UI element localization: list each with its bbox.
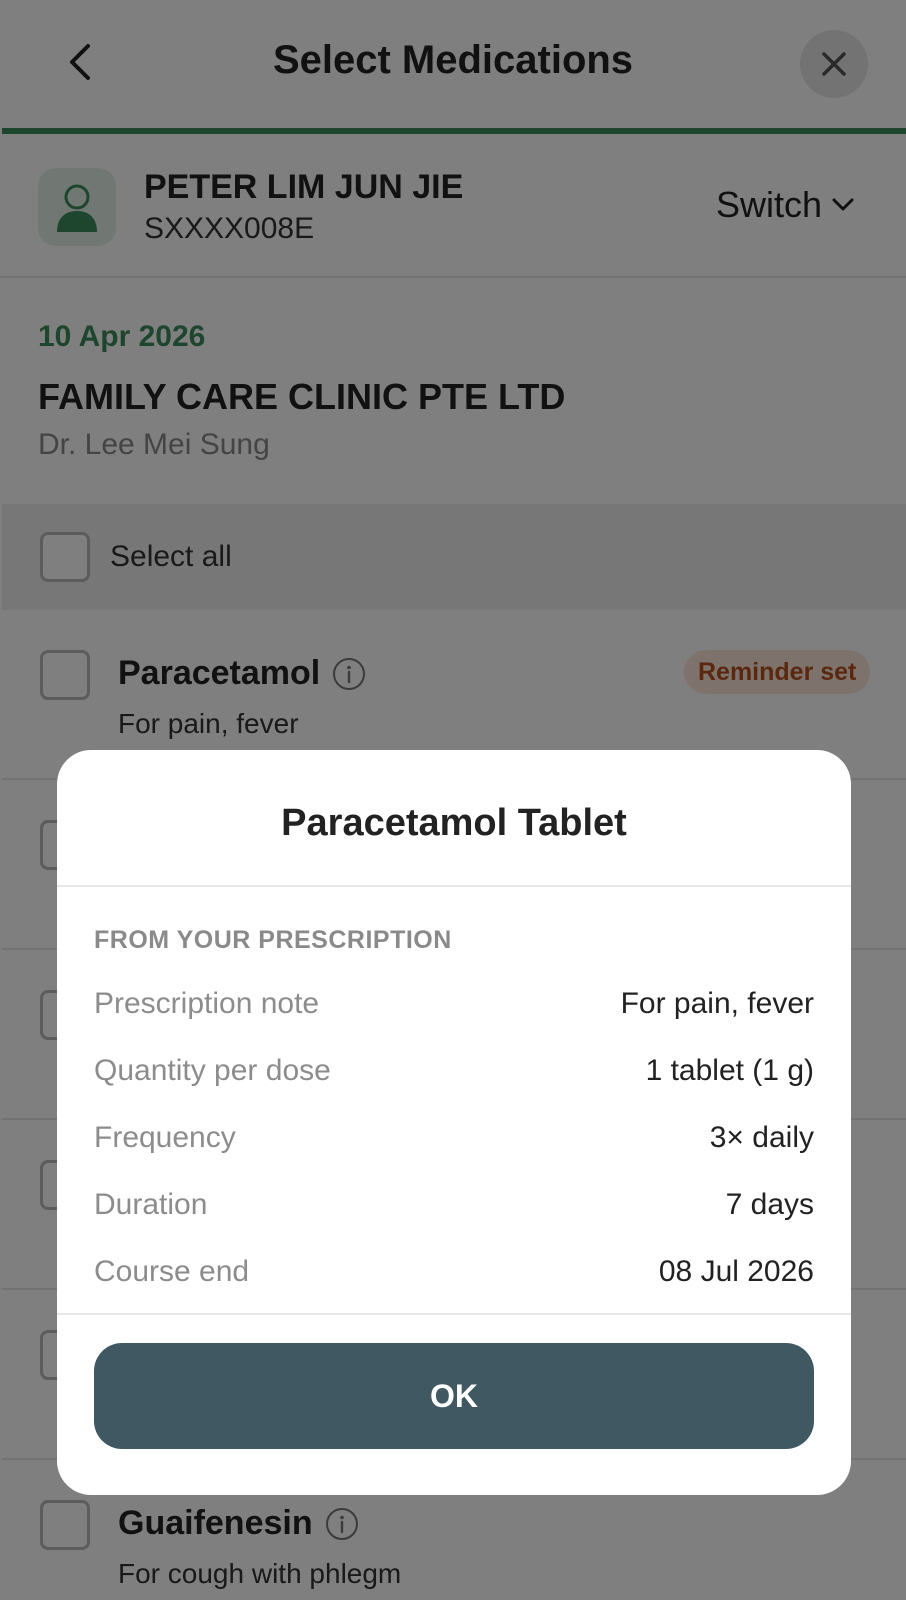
detail-label: Prescription note	[94, 987, 320, 1020]
detail-label: Duration	[94, 1188, 208, 1221]
detail-value: 3× daily	[709, 1121, 814, 1154]
detail-label: Quantity per dose	[94, 1054, 331, 1087]
ok-button[interactable]: OK	[94, 1343, 814, 1449]
detail-label: Frequency	[94, 1121, 236, 1154]
detail-label: Course end	[94, 1255, 250, 1288]
modal-divider	[57, 885, 851, 887]
modal-section-heading: FROM YOUR PRESCRIPTION	[94, 926, 452, 954]
detail-value: 1 tablet (1 g)	[645, 1054, 814, 1087]
detail-value: For pain, fever	[620, 987, 814, 1020]
detail-value: 7 days	[725, 1188, 814, 1221]
detail-row-course-end: Course end 08 Jul 2026	[94, 1250, 814, 1294]
medication-detail-modal: Paracetamol Tablet FROM YOUR PRESCRIPTIO…	[57, 750, 851, 1495]
detail-row-frequency: Frequency 3× daily	[94, 1116, 814, 1160]
modal-title: Paracetamol Tablet	[281, 802, 627, 844]
detail-row-prescription-note: Prescription note For pain, fever	[94, 982, 814, 1026]
detail-row-duration: Duration 7 days	[94, 1183, 814, 1227]
detail-row-quantity-per-dose: Quantity per dose 1 tablet (1 g)	[94, 1049, 814, 1093]
modal-divider	[57, 1313, 851, 1315]
detail-value: 08 Jul 2026	[658, 1255, 814, 1288]
